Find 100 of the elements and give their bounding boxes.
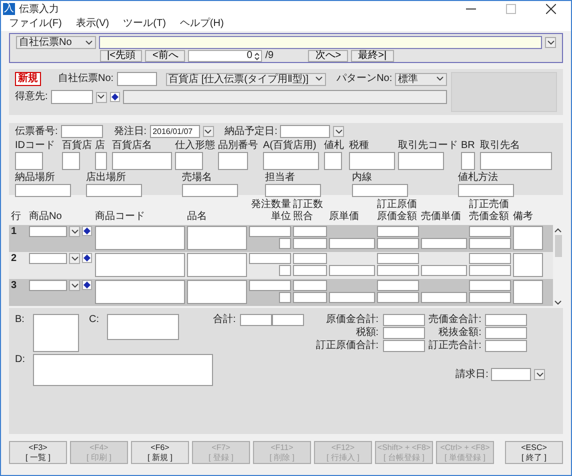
- diamond-icon[interactable]: [82, 280, 92, 290]
- input-field[interactable]: [377, 265, 419, 276]
- input-field[interactable]: [349, 152, 395, 170]
- input-field[interactable]: [60, 125, 103, 138]
- input-field[interactable]: [112, 152, 172, 170]
- input-field[interactable]: [15, 152, 43, 170]
- input-field[interactable]: [377, 238, 419, 249]
- input-field[interactable]: [513, 280, 543, 304]
- menu-item[interactable]: 表示(V): [76, 18, 110, 30]
- input-field[interactable]: [249, 253, 291, 264]
- input-field[interactable]: [421, 292, 467, 303]
- input-field[interactable]: [377, 253, 419, 264]
- maximize-icon[interactable]: [506, 4, 516, 14]
- close-icon[interactable]: [546, 4, 556, 14]
- menu-item[interactable]: ファイル(F): [9, 18, 62, 30]
- date-field[interactable]: [280, 125, 330, 138]
- nav-button[interactable]: 最終>|: [351, 50, 394, 62]
- input-field[interactable]: [187, 280, 247, 304]
- dropdown-button[interactable]: [534, 369, 546, 380]
- input-field[interactable]: [480, 152, 552, 170]
- spinner-arrows-icon[interactable]: [254, 52, 260, 60]
- scroll-up-icon[interactable]: [554, 227, 562, 233]
- input-field[interactable]: [293, 226, 327, 237]
- scroll-down-icon[interactable]: [554, 300, 562, 306]
- input-field[interactable]: [469, 292, 511, 303]
- input-field[interactable]: [458, 184, 514, 197]
- input-field[interactable]: [249, 226, 291, 237]
- input-field[interactable]: [272, 314, 304, 326]
- key-dropdown[interactable]: 自社伝票No: [16, 36, 96, 49]
- input-field[interactable]: [279, 265, 291, 276]
- input-field[interactable]: [263, 152, 319, 170]
- input-field[interactable]: [485, 327, 528, 339]
- input-field[interactable]: [95, 280, 185, 304]
- input-field[interactable]: [187, 226, 247, 250]
- dropdown-button[interactable]: [545, 37, 556, 48]
- function-key-button[interactable]: <F6> [ 新規 ]: [131, 441, 189, 464]
- input-field[interactable]: [293, 280, 327, 291]
- function-key-button[interactable]: <F3> [ 一覧 ]: [9, 441, 67, 464]
- pattern-dropdown[interactable]: 標準: [395, 72, 448, 86]
- input-field[interactable]: [398, 152, 444, 170]
- input-field[interactable]: [187, 253, 247, 277]
- input-field[interactable]: [469, 238, 511, 249]
- input-field[interactable]: [29, 280, 67, 291]
- input-field[interactable]: [293, 238, 327, 249]
- dropdown-button[interactable]: [202, 126, 214, 137]
- memo-field[interactable]: [33, 354, 213, 386]
- input-field[interactable]: [293, 292, 327, 303]
- input-field[interactable]: [329, 265, 375, 276]
- input-field[interactable]: [86, 184, 142, 197]
- input-field[interactable]: [329, 238, 375, 249]
- menu-item[interactable]: ヘルプ(H): [180, 18, 224, 30]
- input-field[interactable]: [182, 184, 238, 197]
- input-field[interactable]: [377, 280, 419, 291]
- input-field[interactable]: [469, 226, 511, 237]
- input-field[interactable]: [421, 238, 467, 249]
- nav-button[interactable]: <前へ: [145, 50, 186, 62]
- dropdown-button[interactable]: [333, 126, 344, 137]
- input-field[interactable]: [293, 253, 327, 264]
- input-field[interactable]: [175, 152, 203, 170]
- search-field[interactable]: [99, 36, 542, 49]
- input-field[interactable]: [485, 314, 528, 326]
- input-field[interactable]: [469, 253, 511, 264]
- input-field[interactable]: [29, 253, 67, 264]
- slip-type-dropdown[interactable]: 百貨店 [仕入伝票(タイプ用Ⅱ型)]: [166, 72, 326, 86]
- input-field[interactable]: [62, 152, 80, 170]
- dropdown-button[interactable]: [96, 92, 107, 102]
- input-field[interactable]: [218, 152, 248, 170]
- diamond-icon[interactable]: [110, 92, 120, 102]
- dropdown-button[interactable]: [69, 253, 80, 264]
- input-field[interactable]: [95, 152, 107, 170]
- input-field[interactable]: [95, 226, 185, 250]
- input-field[interactable]: [513, 253, 543, 277]
- input-field[interactable]: [352, 184, 408, 197]
- diamond-icon[interactable]: [82, 226, 92, 236]
- input-field[interactable]: [15, 184, 71, 197]
- input-field[interactable]: [421, 265, 467, 276]
- function-key-button[interactable]: <ESC> [ 終了 ]: [505, 441, 563, 464]
- input-field[interactable]: [249, 280, 291, 291]
- input-field[interactable]: [240, 314, 272, 326]
- dropdown-button[interactable]: [69, 280, 80, 291]
- input-field[interactable]: [485, 340, 528, 352]
- input-field[interactable]: [513, 226, 543, 250]
- input-field[interactable]: [469, 265, 511, 276]
- input-field[interactable]: [461, 152, 475, 170]
- input-field[interactable]: [116, 72, 157, 86]
- input-field[interactable]: [279, 238, 291, 249]
- input-field[interactable]: [377, 292, 419, 303]
- input-field[interactable]: [382, 327, 425, 339]
- dropdown-button[interactable]: [69, 226, 80, 237]
- input-field[interactable]: [279, 292, 291, 303]
- nav-button[interactable]: |<先頭: [100, 50, 142, 62]
- input-field[interactable]: [377, 226, 419, 237]
- page-spinner[interactable]: 0: [188, 50, 262, 62]
- nav-button[interactable]: 次へ>: [308, 50, 348, 62]
- input-field[interactable]: [265, 184, 321, 197]
- menu-item[interactable]: ツール(T): [123, 18, 166, 30]
- input-field[interactable]: [469, 280, 511, 291]
- input-field[interactable]: [382, 314, 425, 326]
- input-field[interactable]: [50, 90, 93, 104]
- memo-field[interactable]: [107, 314, 179, 340]
